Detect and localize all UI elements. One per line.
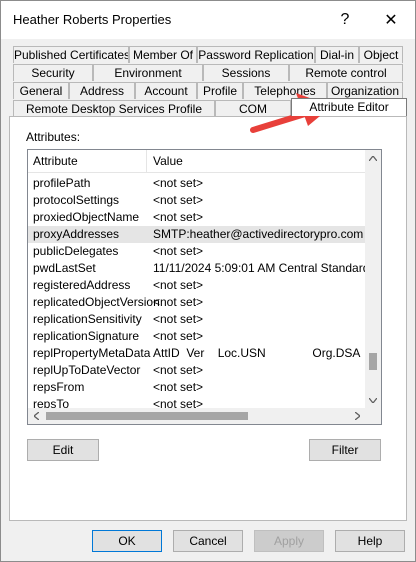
- table-row[interactable]: replicationSensitivity <not set>: [28, 311, 365, 328]
- ok-button[interactable]: OK: [92, 530, 162, 552]
- tab-telephones[interactable]: Telephones: [243, 82, 327, 99]
- tab-published-certificates[interactable]: Published Certificates: [13, 46, 129, 63]
- attributes-list[interactable]: Attribute Value profilePath <not set> pro…: [27, 149, 382, 425]
- scrollbar-corner: [365, 408, 381, 424]
- attribute-name: replicationSensitivity: [33, 312, 142, 326]
- attributes-label: Attributes:: [26, 130, 81, 144]
- scroll-up-arrow-icon[interactable]: [365, 150, 381, 166]
- tab-organization[interactable]: Organization: [327, 82, 403, 99]
- attribute-name: proxyAddresses: [33, 227, 120, 241]
- column-header-attribute[interactable]: Attribute: [33, 154, 78, 168]
- close-button[interactable]: ✕: [371, 7, 411, 33]
- filter-button[interactable]: Filter: [309, 439, 381, 461]
- table-row[interactable]: proxiedObjectName <not set>: [28, 209, 365, 226]
- window-title: Heather Roberts Properties: [13, 12, 172, 27]
- tab-sessions[interactable]: Sessions: [203, 64, 289, 81]
- properties-dialog: Heather Roberts Properties ? ✕ Published…: [0, 0, 416, 562]
- attribute-name: publicDelegates: [33, 244, 119, 258]
- horizontal-scroll-thumb[interactable]: [46, 412, 248, 420]
- cancel-button[interactable]: Cancel: [173, 530, 243, 552]
- table-row[interactable]: registeredAddress <not set>: [28, 277, 365, 294]
- help-button[interactable]: Help: [335, 530, 405, 552]
- tab-object[interactable]: Object: [359, 46, 403, 63]
- table-row[interactable]: publicDelegates <not set>: [28, 243, 365, 260]
- scroll-left-arrow-icon[interactable]: [28, 408, 44, 424]
- table-row[interactable]: replicatedObjectVersion <not set>: [28, 294, 365, 311]
- tab-security[interactable]: Security: [13, 64, 93, 81]
- column-header-value[interactable]: Value: [153, 154, 183, 168]
- table-row[interactable]: repsFrom <not set>: [28, 379, 365, 396]
- tab-password-replication[interactable]: Password Replication: [197, 46, 315, 63]
- attribute-name: protocolSettings: [33, 193, 120, 207]
- attribute-value: SMTP:heather@activedirectorypro.com: [153, 227, 364, 241]
- table-row[interactable]: protocolSettings <not set>: [28, 192, 365, 209]
- attribute-value: <not set>: [153, 176, 204, 190]
- attribute-value: <not set>: [153, 244, 204, 258]
- attribute-name: repsFrom: [33, 380, 85, 394]
- table-row-selected[interactable]: proxyAddresses SMTP:heather@activedirecto…: [28, 226, 365, 243]
- column-divider[interactable]: [146, 150, 147, 172]
- attribute-value: <not set>: [153, 210, 204, 224]
- table-row[interactable]: replUpToDateVector <not set>: [28, 362, 365, 379]
- question-icon: ?: [340, 11, 350, 28]
- horizontal-scrollbar[interactable]: [28, 408, 365, 424]
- attribute-name: replicationSignature: [33, 329, 140, 343]
- title-bar: Heather Roberts Properties ? ✕: [1, 1, 415, 39]
- attribute-name: replicatedObjectVersion: [33, 295, 160, 309]
- attribute-name: profilePath: [33, 176, 91, 190]
- attribute-value: <not set>: [153, 380, 204, 394]
- attribute-name: pwdLastSet: [33, 261, 96, 275]
- scroll-right-arrow-icon[interactable]: [349, 408, 365, 424]
- table-row[interactable]: pwdLastSet 11/11/2024 5:09:01 AM Central …: [28, 260, 365, 277]
- tab-com[interactable]: COM: [215, 100, 291, 117]
- attribute-name: proxiedObjectName: [33, 210, 140, 224]
- tab-member-of[interactable]: Member Of: [129, 46, 197, 63]
- attribute-name: replUpToDateVector: [33, 363, 141, 377]
- edit-button[interactable]: Edit: [27, 439, 99, 461]
- table-row[interactable]: replPropertyMetaData AttID Ver Loc.USN Or…: [28, 345, 365, 362]
- attribute-value: <not set>: [153, 312, 204, 326]
- vertical-scrollbar[interactable]: [365, 150, 381, 408]
- attribute-value: <not set>: [153, 295, 204, 309]
- column-header: Attribute Value: [28, 150, 365, 173]
- apply-button[interactable]: Apply: [254, 530, 324, 552]
- close-icon: ✕: [384, 12, 398, 29]
- tab-dial-in[interactable]: Dial-in: [315, 46, 359, 63]
- tab-address[interactable]: Address: [69, 82, 135, 99]
- tab-remote-desktop-services-profile[interactable]: Remote Desktop Services Profile: [13, 100, 215, 117]
- attribute-value: <not set>: [153, 329, 204, 343]
- tab-attribute-editor[interactable]: Attribute Editor: [291, 98, 407, 116]
- table-row[interactable]: profilePath <not set>: [28, 175, 365, 192]
- tab-general[interactable]: General: [13, 82, 69, 99]
- scroll-down-arrow-icon[interactable]: [365, 392, 381, 408]
- attribute-name: replPropertyMetaData: [33, 346, 151, 360]
- attribute-value: <not set>: [153, 278, 204, 292]
- attribute-value: <not set>: [153, 193, 204, 207]
- attribute-value: <not set>: [153, 363, 204, 377]
- attribute-value: 11/11/2024 5:09:01 AM Central Standard T…: [153, 261, 365, 275]
- tab-account[interactable]: Account: [135, 82, 197, 99]
- vertical-scroll-thumb[interactable]: [369, 353, 377, 370]
- attribute-value: AttID Ver Loc.USN Org.DSA: [153, 346, 361, 360]
- tab-remote-control[interactable]: Remote control: [289, 64, 403, 81]
- attribute-name: registeredAddress: [33, 278, 131, 292]
- tab-profile[interactable]: Profile: [197, 82, 243, 99]
- table-row[interactable]: replicationSignature <not set>: [28, 328, 365, 345]
- help-title-button[interactable]: ?: [325, 7, 365, 33]
- tab-environment[interactable]: Environment: [93, 64, 203, 81]
